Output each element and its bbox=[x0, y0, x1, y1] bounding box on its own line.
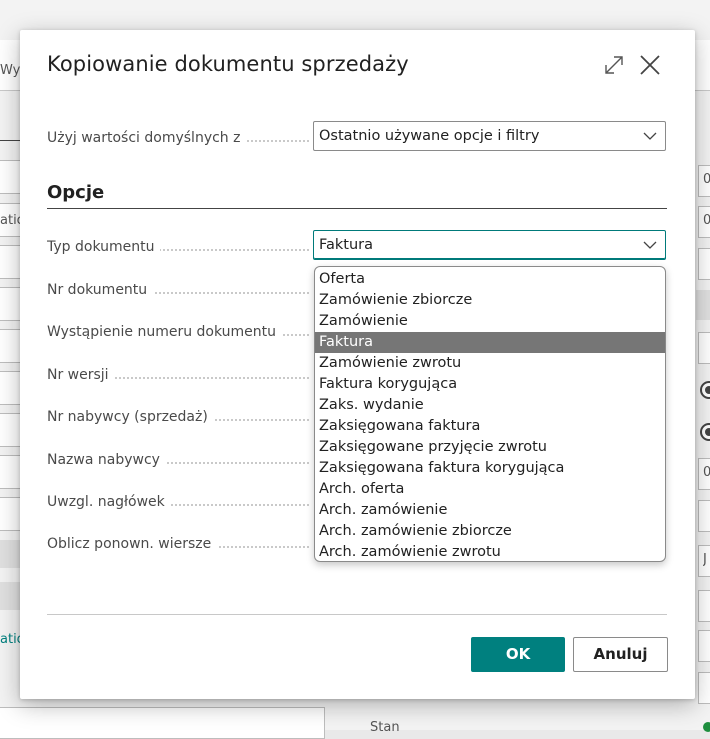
dropdown-option[interactable]: Zaksięgowane przyjęcie zwrotu bbox=[315, 437, 665, 458]
dropdown-option[interactable]: Arch. zamówienie zbiorcze bbox=[315, 521, 665, 542]
background-field bbox=[698, 630, 710, 662]
document-type-dropdown-list: Oferta Zamówienie zbiorcze Zamówienie Faktu… bbox=[314, 266, 666, 562]
ok-button[interactable]: OK bbox=[471, 637, 565, 672]
background-snippet: 0 bbox=[703, 213, 710, 228]
include-header-label: Uwzgl. nagłówek bbox=[47, 493, 309, 511]
defaults-select[interactable]: Ostatnio używane opcje i filtry bbox=[313, 121, 666, 151]
document-type-label: Typ dokumentu bbox=[47, 238, 309, 256]
background-radio-icon bbox=[700, 381, 710, 399]
dropdown-option[interactable]: Zamówienie bbox=[315, 311, 665, 332]
background-field bbox=[698, 332, 710, 364]
recalculate-lines-label: Oblicz ponown. wiersze bbox=[47, 535, 309, 553]
background-snippet: 0 bbox=[703, 465, 710, 480]
dropdown-option[interactable]: Arch. oferta bbox=[315, 479, 665, 500]
dropdown-option[interactable]: Zamówienie zwrotu bbox=[315, 353, 665, 374]
background-radio-icon bbox=[700, 423, 710, 441]
background-status-label: Stan bbox=[370, 720, 400, 735]
background-status-icon bbox=[703, 722, 710, 732]
section-divider bbox=[47, 208, 667, 209]
dropdown-option[interactable]: Faktura korygująca bbox=[315, 374, 665, 395]
dropdown-option[interactable]: Arch. zamówienie zwrotu bbox=[315, 542, 665, 561]
dialog-title: Kopiowanie dokumentu sprzedaży bbox=[47, 52, 409, 76]
document-type-select[interactable]: Faktura bbox=[313, 230, 666, 260]
background-field bbox=[0, 455, 21, 489]
background-field bbox=[0, 329, 21, 363]
dropdown-option[interactable]: Zaksięgowana faktura bbox=[315, 416, 665, 437]
document-type-value: Faktura bbox=[319, 237, 374, 253]
chevron-down-icon bbox=[643, 132, 657, 140]
dropdown-option[interactable]: Arch. zamówienie bbox=[315, 500, 665, 521]
chevron-down-icon bbox=[643, 241, 657, 249]
background-field bbox=[0, 245, 21, 279]
background-snippet: atio bbox=[0, 213, 20, 228]
cancel-button[interactable]: Anuluj bbox=[573, 637, 668, 672]
background-field bbox=[698, 672, 710, 704]
background-field bbox=[698, 248, 710, 280]
background-field bbox=[0, 707, 325, 739]
background-snippet: J bbox=[703, 552, 707, 567]
defaults-select-value: Ostatnio używane opcje i filtry bbox=[319, 128, 540, 144]
dropdown-option[interactable]: Zamówienie zbiorcze bbox=[315, 290, 665, 311]
document-occurrence-label: Wystąpienie numeru dokumentu bbox=[47, 323, 309, 341]
background-band bbox=[0, 540, 20, 568]
dropdown-option[interactable]: Zaksięgowana faktura korygująca bbox=[315, 458, 665, 479]
background-rule bbox=[0, 140, 20, 141]
version-no-label: Nr wersji bbox=[47, 366, 309, 384]
customer-name-label: Nazwa nabywcy bbox=[47, 451, 309, 469]
background-snippet: ation bbox=[0, 632, 20, 647]
background-field bbox=[698, 500, 710, 532]
background-field bbox=[0, 160, 21, 194]
background-field bbox=[0, 371, 21, 405]
customer-no-label: Nr nabywcy (sprzedaż) bbox=[47, 408, 309, 426]
dropdown-option[interactable]: Zaks. wydanie bbox=[315, 395, 665, 416]
defaults-label: Użyj wartości domyślnych z bbox=[47, 129, 309, 147]
dropdown-option[interactable]: Oferta bbox=[315, 269, 665, 290]
dropdown-option[interactable]: Faktura bbox=[315, 332, 665, 353]
background-snippet: 0 bbox=[703, 172, 710, 187]
section-title-options: Opcje bbox=[47, 182, 105, 203]
footer-divider bbox=[47, 614, 667, 615]
document-no-label: Nr dokumentu bbox=[47, 281, 309, 299]
expand-icon[interactable] bbox=[601, 52, 627, 78]
background-field bbox=[0, 287, 21, 321]
background-band bbox=[0, 582, 20, 610]
background-toolbar-text: Wyś bbox=[0, 63, 20, 78]
close-icon[interactable] bbox=[637, 52, 663, 78]
background-field bbox=[698, 590, 710, 622]
background-field bbox=[0, 413, 21, 447]
background-band bbox=[696, 290, 710, 320]
background-field bbox=[0, 497, 21, 531]
